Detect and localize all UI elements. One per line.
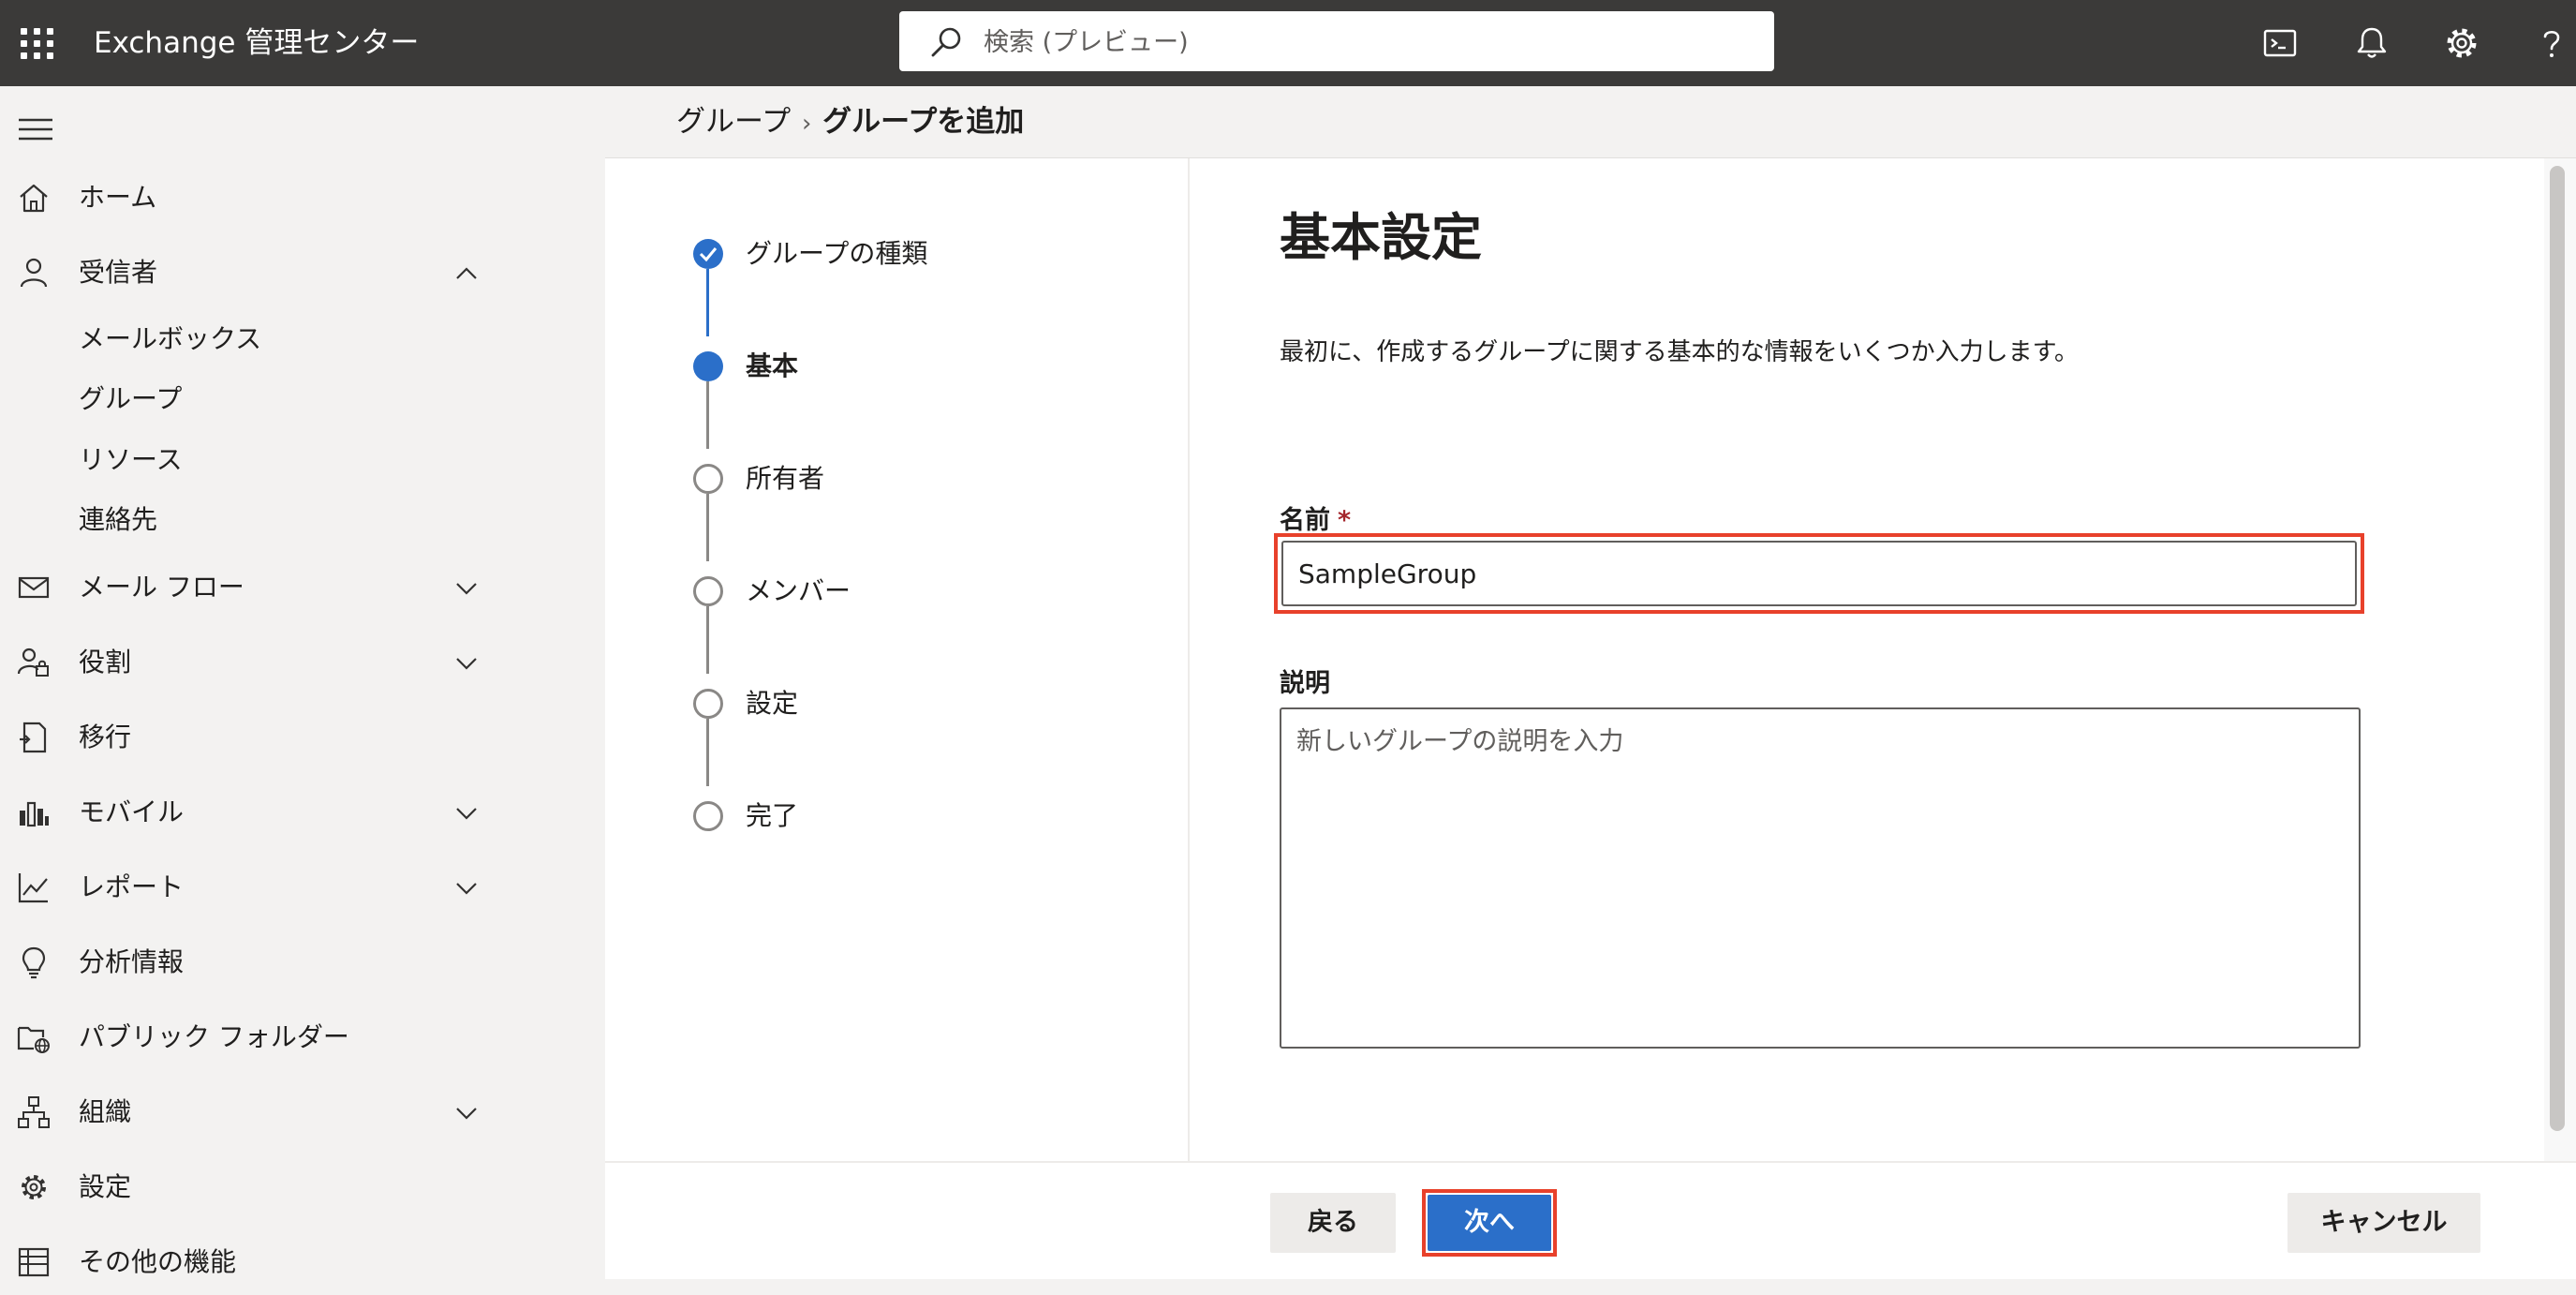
gear-icon [22,1175,46,1199]
step-label: 所有者 [746,463,825,494]
lightbulb-icon [22,946,46,979]
migration-icon [20,722,47,753]
bell-icon[interactable] [2349,21,2394,66]
person-icon [20,258,48,288]
nav-item-label: 設定 [79,1171,132,1202]
public-folder-icon [17,1026,50,1053]
chevron-down-icon[interactable] [453,575,480,602]
step-connector [706,269,709,336]
nav-item-label: ホーム [79,182,157,213]
nav-item-label: 受信者 [79,257,158,288]
mail-icon [18,576,50,599]
nav-item-label: パブリック フォルダー [79,1021,349,1052]
nav-item-home[interactable]: ホーム [0,165,513,231]
search-input[interactable] [982,11,1754,73]
table-icon [18,1247,50,1277]
nav-item-mail-flow[interactable]: メール フロー [0,555,513,620]
scrollbar-thumb[interactable] [2550,166,2565,1131]
step-label[interactable]: グループの種類 [746,235,927,273]
step-label: メンバー [746,575,851,606]
nav-item-label: 分析情報 [79,946,185,977]
name-label-text: 名前 [1280,506,1330,535]
nav-item-migration[interactable]: 移行 [0,705,513,770]
wizard-panel: グループの種類 基本 所有者 メンバー 設定 完了 基本設定 最初に、作成するグ… [605,157,2576,1279]
name-field-label: 名前 * [1280,499,1351,536]
mobile-icon [20,801,49,827]
organization-icon [18,1096,50,1128]
nav-item-reports[interactable]: レポート [0,855,513,920]
step-pending-dot [693,801,723,831]
chevron-down-icon[interactable] [453,650,480,677]
nav-item-organization[interactable]: 組織 [0,1079,513,1145]
report-icon [18,873,48,903]
chevron-right-icon: › [801,110,812,138]
form-description: 最初に、作成するグループに関する基本的な情報をいくつか入力します。 [1280,338,2080,366]
app-launcher-icon[interactable] [13,19,62,67]
nav-subitem-mailboxes[interactable]: メールボックス [79,313,261,365]
chevron-down-icon[interactable] [453,1100,480,1126]
nav-item-label: 役割 [79,647,132,677]
roles-icon [17,648,49,677]
nav-item-public-folders[interactable]: パブリック フォルダー [0,1005,513,1070]
chevron-up-icon[interactable] [453,260,480,287]
step-connector [706,606,709,674]
step-complete-check-icon [693,239,723,269]
nav-item-insights[interactable]: 分析情報 [0,930,513,995]
help-icon[interactable] [2529,21,2574,66]
nav-item-other-features[interactable]: その他の機能 [0,1229,513,1295]
breadcrumb-current: グループを追加 [822,105,1025,139]
step-connector [706,719,709,786]
step-pending-dot [693,464,723,494]
settings-gear-icon[interactable] [2439,21,2484,66]
step-connector [706,381,709,449]
nav-item-roles[interactable]: 役割 [0,630,513,695]
nav-subitem-groups[interactable]: グループ [79,373,182,425]
breadcrumb: グループ › グループを追加 [676,86,1024,157]
nav-item-label: メール フロー [79,572,244,603]
form-heading: 基本設定 [1280,208,1482,267]
hamburger-menu-icon[interactable] [17,111,54,148]
footer-divider [605,1161,2576,1163]
nav-subitem-resources[interactable]: リソース [79,434,183,486]
left-navigation: ホーム 受信者 メールボックス グループ リソース 連絡先 メール フロー 役割… [0,86,513,1278]
step-current-dot [693,351,723,381]
cloud-shell-icon[interactable] [2258,21,2302,66]
step-pending-dot [693,689,723,719]
nav-item-mobile[interactable]: モバイル [0,780,513,845]
nav-item-recipients[interactable]: 受信者 [0,240,513,305]
app-title[interactable]: Exchange 管理センター [94,0,419,86]
step-pending-dot [693,576,723,606]
back-button[interactable]: 戻る [1270,1193,1396,1253]
breadcrumb-parent-link[interactable]: グループ [676,105,791,139]
step-connector [706,494,709,561]
next-button[interactable]: 次へ [1428,1195,1551,1251]
home-icon [20,184,48,213]
group-name-input[interactable] [1281,541,2357,606]
nav-item-label: レポート [79,871,185,902]
nav-item-label: 組織 [79,1096,132,1127]
chevron-down-icon[interactable] [453,800,480,826]
nav-item-label: その他の機能 [79,1246,237,1277]
search-box[interactable] [899,11,1774,73]
required-mark: * [1338,506,1352,535]
step-label: 完了 [746,800,799,831]
description-field-label: 説明 [1280,669,1330,698]
chevron-down-icon[interactable] [453,875,480,901]
nav-subitem-contacts[interactable]: 連絡先 [79,494,157,546]
group-description-input[interactable] [1280,707,2361,1049]
stepper-divider [1188,158,1190,1161]
step-label[interactable]: 基本 [746,348,798,385]
nav-item-label: 移行 [79,722,132,752]
search-icon [931,27,961,57]
nav-item-settings[interactable]: 設定 [0,1154,513,1220]
top-bar: Exchange 管理センター [0,0,2576,86]
nav-item-label: モバイル [79,796,185,827]
step-label: 設定 [746,688,799,719]
cancel-button[interactable]: キャンセル [2287,1193,2480,1253]
